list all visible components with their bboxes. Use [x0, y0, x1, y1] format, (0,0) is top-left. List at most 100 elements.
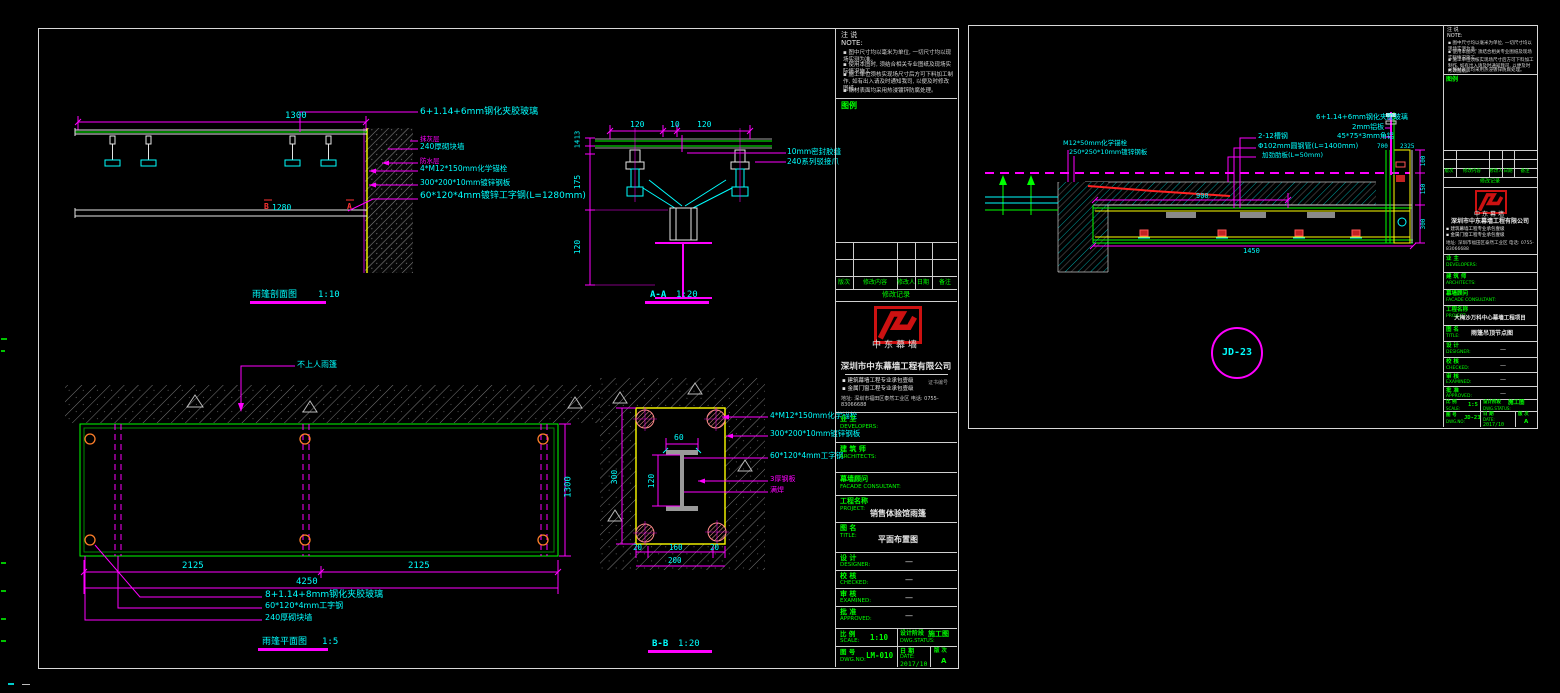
developers-label-cn: 业 主 [1446, 257, 1459, 263]
title-label-en: TITLE: [1446, 335, 1460, 340]
designer-label-en: DESIGNER: [1446, 351, 1471, 356]
certificate-line: ▪ 建筑幕墙工程专业承包壹级 [1446, 228, 1504, 233]
rev-col-header: 修改内容 [863, 280, 887, 286]
caption-underline [258, 648, 328, 651]
rev-col-header: 修改人 [1489, 170, 1503, 175]
rev-col-header: 备注 [939, 280, 951, 286]
divider [932, 242, 933, 289]
dwg-status-label-cn: 设计阶段 [1483, 401, 1501, 406]
divider [835, 628, 957, 629]
rev-col-header: 修改人 [897, 280, 915, 286]
divider [1443, 254, 1537, 255]
divider [1443, 305, 1537, 306]
checked-label-cn: 校 核 [840, 573, 856, 580]
title-label-cn: 图 名 [840, 525, 856, 532]
project-name-value: 销售体验馆雨篷 [870, 510, 926, 518]
dim-label: 120 [630, 121, 644, 129]
divider [1443, 150, 1537, 151]
dim-label: 120 [648, 474, 656, 488]
annotation: 不上人雨篷 [297, 361, 337, 369]
annotation: 2mm铝板 [1352, 124, 1384, 131]
company-name: 深圳市中东幕墙工程有限公司 [1451, 219, 1529, 225]
dim-label: 120 [574, 240, 582, 254]
titleblock-divider [1443, 25, 1444, 427]
det2-section-AA-linework[interactable] [565, 110, 815, 310]
examined-label-en: EXAMINED: [1446, 381, 1471, 386]
company-address: 地址: 深圳市福田区泰然工业区 电话: 0755-83066688 [841, 396, 955, 409]
facade-consultant-label-en: FACADE CONSULTANT: [840, 485, 901, 491]
rev-footer: 修改记录 [882, 292, 910, 299]
divider [835, 588, 957, 589]
rev-col-header: 修改内容 [1463, 170, 1481, 175]
checked-value: — [905, 576, 913, 584]
divider [835, 606, 957, 607]
certificate-line: ▪ 建筑幕墙工程专业承包壹级 [842, 379, 913, 385]
dim-label: 10 [670, 121, 680, 129]
scale-label-en: SCALE: [840, 639, 860, 645]
company-name: 深圳市中东幕墙工程有限公司 [841, 363, 952, 372]
scale-label-cn: 比 例 [1446, 401, 1457, 406]
rev-col-header: 日期 [917, 280, 929, 286]
annotation: 240系列驳接爪 [787, 158, 839, 166]
facade-consultant-label-en: FACADE CONSULTANT: [1446, 299, 1496, 304]
edge-mark [1, 590, 6, 592]
note-label-en: NOTE: [841, 40, 863, 47]
divider [835, 98, 957, 99]
legend-label: 图例 [841, 102, 857, 110]
divider [835, 552, 957, 553]
annotation: Φ102mm圆钢管(L=1400mm) [1258, 143, 1358, 150]
divider [1443, 341, 1537, 342]
divider [897, 628, 898, 667]
caption-underline [648, 650, 712, 653]
rev-col-header: 版次 [838, 280, 850, 286]
detail-caption-scale: 1:20 [678, 640, 700, 649]
right-detail-linework[interactable] [968, 25, 1443, 428]
annotation: 45*75*3mm角铝 [1337, 133, 1394, 140]
edge-mark [8, 683, 14, 685]
dwg-status-label-en: DWG.STATUS: [900, 639, 935, 644]
det3-canopy-plan-linework[interactable] [55, 355, 615, 655]
rev-col-header: 备注 [1521, 170, 1530, 175]
certificate-line: ▪ 金属门窗工程专业承包壹级 [1446, 234, 1504, 239]
divider [1443, 272, 1537, 273]
dim-label: 300 [1421, 219, 1427, 230]
scale-value: 1:10 [870, 634, 888, 642]
scale-value: 1:5 [1468, 403, 1478, 409]
edge-mark [1, 640, 6, 642]
dwg-no-value: JD-23 [1464, 416, 1481, 422]
divider [845, 374, 948, 375]
examined-label-cn: 审 核 [840, 591, 856, 598]
rev-col-header: 版次 [1445, 170, 1454, 175]
detail-caption-scale: 1:20 [676, 291, 698, 300]
approved-value: — [905, 612, 913, 620]
dim-label: 700 [1377, 144, 1388, 150]
annotation: 4*M12*150mm化学锚栓 [420, 165, 507, 173]
drawing-title-value: 平面布置图 [878, 536, 918, 544]
dim-label: 1300 [285, 112, 307, 121]
dwg-no-label-en: DWG.NO: [1446, 420, 1465, 424]
edge-mark [1, 338, 7, 340]
annotation: 60*120*4mm工字钢 [265, 602, 343, 610]
dwg-no-label-cn: 图 号 [1446, 414, 1457, 419]
annotation: 60*120*4mm镀锌工字钢(L=1280mm) [420, 192, 586, 201]
note-label-cn: 注 说 [841, 32, 857, 39]
dim-label: 150 [1421, 184, 1427, 195]
divider [835, 412, 957, 413]
caption-underline [645, 301, 709, 304]
revision-label-cn: 版 次 [934, 649, 947, 655]
annotation: 60*120*4mm工字钢 [770, 452, 843, 460]
certificate-line: ▪ 金属门窗工程专业承包壹级 [842, 387, 913, 393]
cad-viewport[interactable]: 1300 1280 B A 6+1.14+6mm钢化夹胶玻璃 抹灰层 240厚砌… [0, 0, 1560, 693]
det1-canopy-section-linework[interactable] [60, 100, 560, 315]
dim-label: 60 [674, 434, 684, 442]
title-label-cn: 图 名 [1446, 328, 1459, 334]
facade-consultant-label-cn: 幕墙顾问 [840, 476, 868, 483]
annotation: 8+1.14+8mm钢化夹胶玻璃 [265, 591, 383, 600]
dwg-no-label-cn: 图 号 [840, 649, 855, 656]
divider [915, 242, 916, 289]
annotation: 300*200*10mm镀锌钢板 [770, 430, 860, 438]
company-logo-icon [874, 306, 922, 344]
detail-caption: 雨篷平面图 [262, 638, 307, 647]
checked-label-cn: 校 核 [1446, 360, 1459, 366]
checked-label-en: CHECKED: [1446, 367, 1469, 372]
